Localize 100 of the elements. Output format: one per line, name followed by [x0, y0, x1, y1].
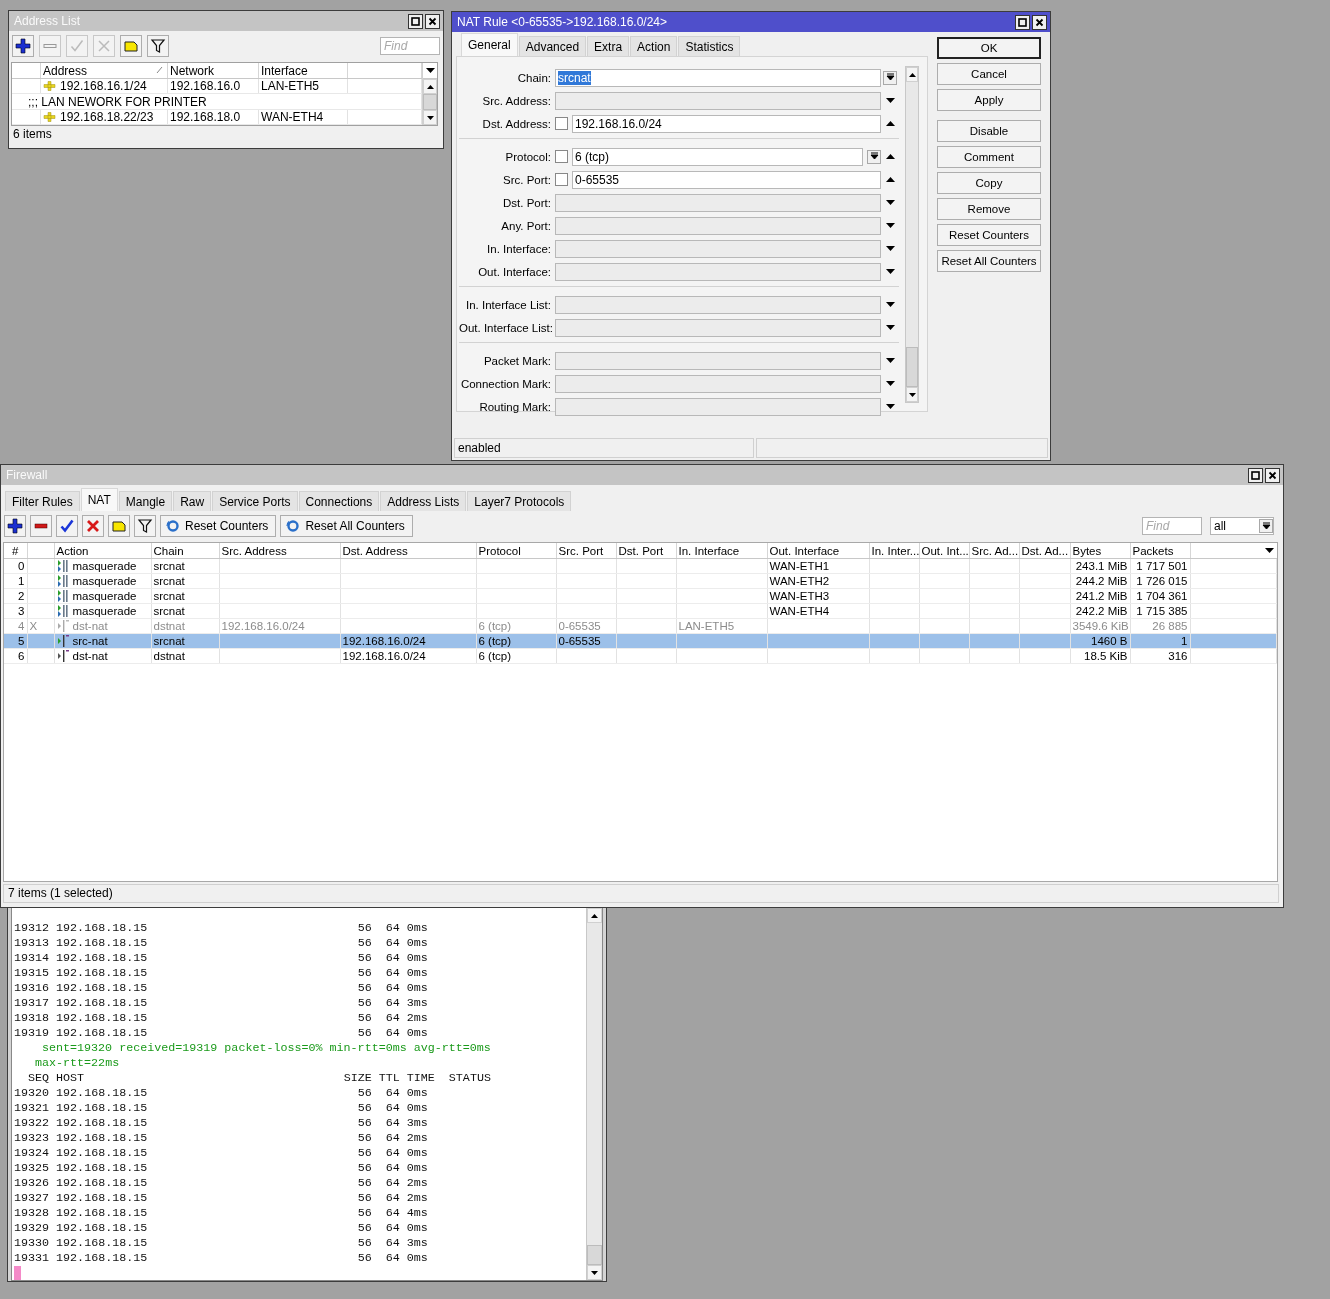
table-row[interactable]: 2 masquerade srcnat WAN-ETH3 241.2 MiB 1 704 361: [4, 588, 1277, 604]
checkbox[interactable]: [555, 150, 568, 163]
scroll-up-button[interactable]: [906, 67, 918, 82]
column-header[interactable]: Src. Ad...: [969, 543, 1019, 559]
tab[interactable]: Address Lists: [380, 491, 467, 511]
scrollbar-thumb[interactable]: [423, 94, 437, 110]
column-header[interactable]: In. Inter...: [869, 543, 919, 559]
search-field[interactable]: Find: [380, 37, 440, 55]
column-header[interactable]: Bytes: [1070, 543, 1130, 559]
button[interactable]: OK: [937, 37, 1041, 59]
disable-button[interactable]: [82, 515, 104, 537]
expand-arrow-icon[interactable]: [884, 198, 896, 207]
input-field[interactable]: [555, 318, 881, 337]
tab[interactable]: Layer7 Protocols: [467, 491, 572, 511]
expand-arrow-icon[interactable]: [884, 356, 896, 365]
maximize-button[interactable]: [408, 13, 423, 29]
button[interactable]: Reset Counters: [937, 224, 1041, 246]
table-row[interactable]: 1 masquerade srcnat WAN-ETH2 244.2 MiB 1 726 015: [4, 573, 1277, 589]
tab[interactable]: Connections: [298, 491, 380, 511]
expand-arrow-icon[interactable]: [884, 267, 896, 276]
column-header[interactable]: Chain: [151, 543, 219, 559]
column-header[interactable]: In. Interface: [676, 543, 767, 559]
button[interactable]: Copy: [937, 172, 1041, 194]
filter-dropdown[interactable]: all: [1210, 517, 1274, 535]
column-header[interactable]: #: [4, 543, 27, 559]
column-header[interactable]: Dst. Port: [616, 543, 676, 559]
column-menu-icon[interactable]: [1263, 545, 1275, 555]
scrollbar-thumb[interactable]: [906, 347, 918, 387]
close-button[interactable]: [425, 13, 440, 29]
column-header[interactable]: Packets: [1130, 543, 1190, 559]
expand-arrow-icon[interactable]: [884, 96, 896, 105]
column-header[interactable]: Address: [40, 63, 168, 79]
column-header[interactable]: Out. Interface: [767, 543, 869, 559]
sort-icon[interactable]: [156, 66, 163, 74]
dropdown-button[interactable]: [867, 149, 881, 164]
collapse-arrow-icon[interactable]: [884, 119, 896, 128]
button[interactable]: Remove: [937, 198, 1041, 220]
column-header[interactable]: Network: [167, 63, 259, 79]
checkbox[interactable]: [555, 173, 568, 186]
column-header[interactable]: Src. Port: [556, 543, 616, 559]
tab[interactable]: Mangle: [118, 491, 173, 511]
input-field[interactable]: [555, 351, 881, 370]
tab[interactable]: Raw: [173, 491, 212, 511]
table-row[interactable]: 5 src-nat srcnat 192.168.16.0/24 6 (tcp) 0-65535 1460 B 1: [4, 633, 1277, 649]
expand-arrow-icon[interactable]: [884, 221, 896, 230]
scroll-up-button[interactable]: [587, 908, 602, 923]
checkbox[interactable]: [555, 117, 568, 130]
collapse-arrow-icon[interactable]: [884, 152, 896, 161]
add-button[interactable]: [4, 515, 26, 537]
scroll-up-button[interactable]: [423, 79, 437, 94]
table-row[interactable]: 0 masquerade srcnat WAN-ETH1 243.1 MiB 1 717 501: [4, 558, 1277, 574]
column-header[interactable]: Dst. Address: [340, 543, 476, 559]
filter-button[interactable]: [147, 35, 169, 57]
close-button[interactable]: [1265, 467, 1280, 483]
input-field[interactable]: [555, 239, 881, 258]
close-button[interactable]: [1032, 14, 1047, 30]
comment-button[interactable]: [120, 35, 142, 57]
expand-arrow-icon[interactable]: [884, 300, 896, 309]
expand-arrow-icon[interactable]: [884, 379, 896, 388]
input-field[interactable]: 6 (tcp): [572, 147, 863, 166]
scroll-down-button[interactable]: [906, 387, 918, 402]
tab[interactable]: Action: [630, 36, 678, 56]
reset-button[interactable]: Reset Counters: [160, 515, 277, 537]
input-field[interactable]: [555, 397, 881, 416]
tab[interactable]: Statistics: [678, 36, 741, 56]
filter-button[interactable]: [134, 515, 156, 537]
tab[interactable]: Filter Rules: [5, 491, 80, 511]
input-field[interactable]: [555, 295, 881, 314]
remove-button[interactable]: [30, 515, 52, 537]
tab[interactable]: General: [461, 33, 518, 56]
enable-button[interactable]: [56, 515, 78, 537]
scroll-down-button[interactable]: [587, 1265, 602, 1280]
input-field[interactable]: srcnat: [555, 68, 881, 87]
input-field[interactable]: [555, 216, 881, 235]
expand-arrow-icon[interactable]: [884, 402, 896, 411]
button[interactable]: Disable: [937, 120, 1041, 142]
collapse-arrow-icon[interactable]: [884, 175, 896, 184]
scrollbar[interactable]: [423, 79, 437, 125]
scrollbar[interactable]: [905, 66, 919, 403]
column-header[interactable]: Dst. Ad...: [1019, 543, 1070, 559]
reset-button[interactable]: Reset All Counters: [280, 515, 413, 537]
column-header[interactable]: Out. Int...: [919, 543, 969, 559]
dropdown-button[interactable]: [883, 70, 897, 85]
input-field[interactable]: 0-65535: [572, 170, 881, 189]
maximize-button[interactable]: [1015, 14, 1030, 30]
dropdown-button[interactable]: [1259, 519, 1273, 533]
tab[interactable]: Advanced: [518, 36, 587, 56]
maximize-button[interactable]: [1248, 467, 1263, 483]
expand-arrow-icon[interactable]: [884, 244, 896, 253]
column-header[interactable]: Src. Address: [219, 543, 340, 559]
column-header[interactable]: Protocol: [476, 543, 556, 559]
button[interactable]: Comment: [937, 146, 1041, 168]
scrollbar-thumb[interactable]: [587, 1245, 602, 1265]
column-header[interactable]: Action: [54, 543, 151, 559]
input-field[interactable]: [555, 374, 881, 393]
button[interactable]: Apply: [937, 89, 1041, 111]
button[interactable]: Reset All Counters: [937, 250, 1041, 272]
column-menu-icon[interactable]: [424, 66, 436, 75]
scroll-down-button[interactable]: [423, 110, 437, 125]
input-field[interactable]: [555, 262, 881, 281]
